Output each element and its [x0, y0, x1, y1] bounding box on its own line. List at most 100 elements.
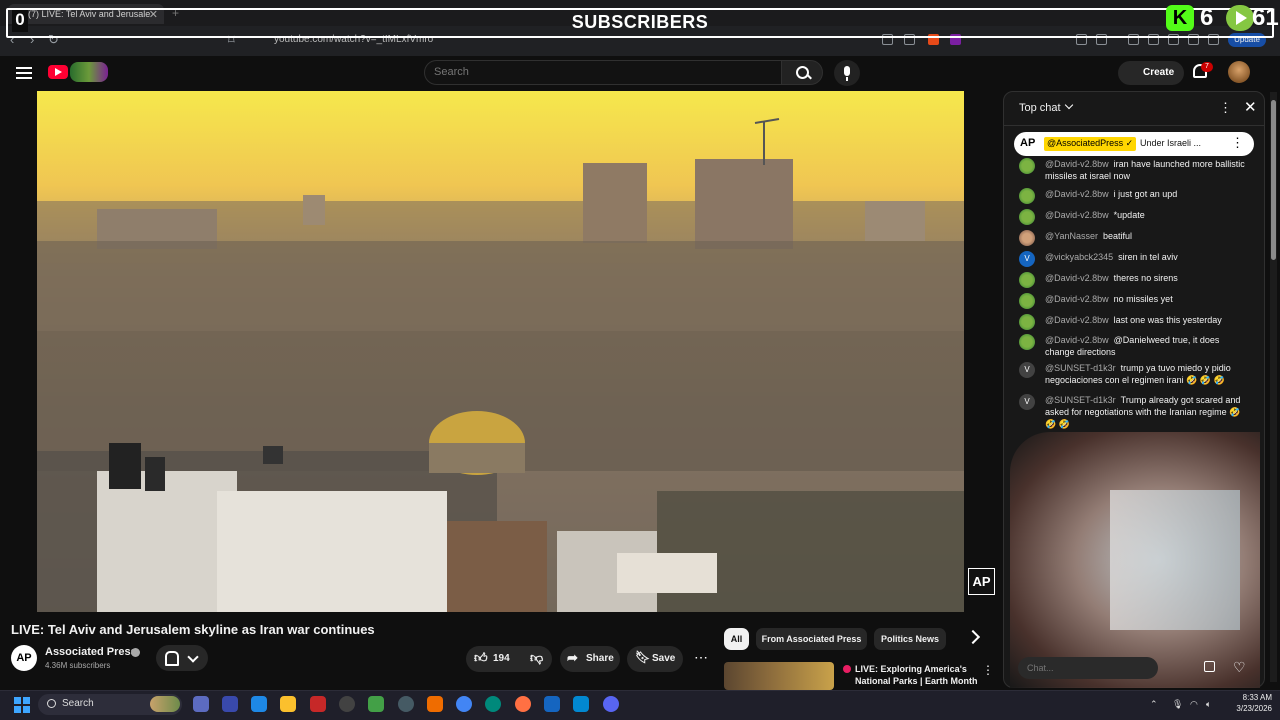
search-highlight-image [150, 696, 180, 712]
thumbs-down-icon[interactable]: 👎︎ [530, 650, 543, 666]
chat-author-name[interactable]: @David-v2.8bw [1045, 294, 1109, 304]
chat-message-body: @SUNSET-d1k3r trump ya tuvo miedo y pidio… [1045, 362, 1250, 386]
chat-header: Top chat ⋮ ✕ [1004, 92, 1264, 126]
chat-author-name[interactable]: @SUNSET-d1k3r [1045, 363, 1116, 373]
chat-author-name[interactable]: @SUNSET-d1k3r [1045, 395, 1116, 405]
discord-icon[interactable] [603, 696, 619, 712]
app-icon-3[interactable] [310, 696, 326, 712]
app-icon-4[interactable] [339, 696, 355, 712]
chat-message-body: @David-v2.8bw no missiles yet [1045, 293, 1250, 305]
chat-author-avatar [1019, 158, 1035, 174]
channel-avatar[interactable]: AP [11, 645, 37, 671]
share-button[interactable]: ➦ Share [560, 646, 620, 672]
chat-message-text: i just got an upd [1113, 189, 1178, 199]
chat-author-name[interactable]: @David-v2.8bw [1045, 335, 1109, 345]
app-icon-6[interactable] [398, 696, 414, 712]
youtube-subscriber-count: 0 [12, 10, 28, 32]
app-icon-1[interactable] [222, 696, 238, 712]
brave-browser-icon[interactable] [427, 696, 443, 712]
chat-message-body: @David-v2.8bw i just got an upd [1045, 188, 1250, 200]
chat-author-name[interactable]: @YanNasser [1045, 231, 1098, 241]
taskbar-clock[interactable]: 8:33 AM 3/23/2026 [1224, 692, 1272, 714]
chat-author-name[interactable]: @David-v2.8bw [1045, 210, 1109, 220]
pinned-message-text: Under Israeli ... [1140, 138, 1202, 148]
voice-search-mic-icon[interactable] [834, 60, 860, 86]
chat-author-name[interactable]: @David-v2.8bw [1045, 315, 1109, 325]
chip-all[interactable]: All [724, 628, 749, 650]
share-arrow-icon: ➦ [567, 650, 578, 665]
edge-icon[interactable] [485, 696, 501, 712]
windows-start-icon[interactable] [14, 697, 30, 713]
chat-message-body: @David-v2.8bw *update [1045, 209, 1250, 221]
chat-author-avatar [1019, 230, 1035, 246]
chat-author-name[interactable]: @David-v2.8bw [1045, 273, 1109, 283]
super-chat-icon[interactable] [1204, 661, 1215, 672]
chat-author-avatar: V [1019, 251, 1035, 267]
rumble-subscriber-count: 61 [1252, 4, 1279, 31]
channel-name[interactable]: Associated Press [45, 646, 137, 658]
pinned-author-name: @AssociatedPress ✓ [1044, 137, 1137, 151]
chat-author-avatar: V [1019, 362, 1035, 378]
thumbs-up-icon[interactable]: 👍︎ [474, 650, 488, 666]
chat-author-avatar [1019, 209, 1035, 225]
chip-politics-news[interactable]: Politics News [874, 628, 946, 650]
vscode-icon[interactable] [573, 696, 589, 712]
widgets-icon[interactable] [193, 696, 209, 712]
chip-from-associated-press[interactable]: From Associated Press [756, 628, 867, 650]
windows-taskbar [0, 690, 1280, 720]
microphone-icon[interactable]: 🎙︎ [1172, 699, 1183, 710]
chat-message-text: theres no sirens [1113, 273, 1178, 283]
pinned-options-icon[interactable]: ⋮ [1231, 135, 1244, 151]
subscriber-count: 4.36M subscribers [45, 661, 111, 670]
firefox-icon[interactable] [515, 696, 531, 712]
more-actions-icon[interactable]: ⋯ [690, 646, 712, 672]
chat-mode-selector[interactable]: Top chat [1019, 102, 1061, 114]
related-menu-icon[interactable]: ⋮ [982, 663, 994, 677]
chat-message-body: @vickyabck2345 siren in tel aviv [1045, 251, 1250, 263]
share-label: Share [586, 653, 614, 664]
chat-message-text: *update [1113, 210, 1145, 220]
chat-author-name[interactable]: @David-v2.8bw [1045, 159, 1109, 169]
network-icon[interactable]: ◠ [1190, 699, 1198, 710]
chevron-down-icon[interactable] [1064, 100, 1074, 110]
kick-logo-icon: K [1166, 5, 1194, 31]
app-icon-2[interactable] [251, 696, 267, 712]
close-icon[interactable]: ✕ [1244, 98, 1257, 116]
chrome-icon[interactable] [456, 696, 472, 712]
tray-chevron-icon[interactable]: ⌃ [1150, 699, 1158, 710]
pinned-author-avatar: AP [1020, 137, 1036, 149]
subscriber-overlay-title: SUBSCRIBERS [571, 12, 709, 32]
chevron-right-icon[interactable] [965, 629, 981, 645]
like-count[interactable]: 194 [493, 653, 510, 664]
chat-message-text: last one was this yesterday [1113, 315, 1222, 325]
video-frame-image [37, 118, 964, 612]
user-avatar[interactable] [1228, 61, 1250, 83]
chat-author-name[interactable]: @David-v2.8bw [1045, 189, 1109, 199]
app-icon-5[interactable] [368, 696, 384, 712]
save-button[interactable]: 🔖︎ Save [627, 646, 683, 672]
scrollbar-thumb[interactable] [1271, 100, 1276, 260]
related-video-thumbnail[interactable] [724, 662, 834, 690]
video-player[interactable] [37, 91, 964, 612]
chat-input[interactable] [1018, 657, 1158, 679]
youtube-logo-icon[interactable] [48, 65, 68, 79]
hamburger-menu-icon[interactable] [16, 67, 32, 79]
chat-message-body: @David-v2.8bw @Danielweed true, it does c… [1045, 334, 1250, 358]
file-explorer-icon[interactable] [280, 696, 296, 712]
chat-message-text: beatiful [1103, 231, 1133, 241]
volume-icon[interactable]: 🔈︎ [1206, 699, 1211, 710]
search-input[interactable] [434, 66, 754, 78]
verified-check-icon [131, 648, 140, 657]
chat-options-icon[interactable]: ⋮ [1219, 100, 1232, 116]
pinned-message[interactable]: AP @AssociatedPress ✓ Under Israeli ... … [1014, 132, 1254, 156]
create-button[interactable]: Create [1118, 61, 1184, 85]
app-icon-7[interactable] [544, 696, 560, 712]
youtube-doodle-logo[interactable] [70, 62, 108, 82]
chat-message-body: @YanNasser beatiful [1045, 230, 1250, 242]
search-button[interactable] [781, 60, 823, 85]
chat-author-name[interactable]: @vickyabck2345 [1045, 252, 1113, 262]
chat-message-body: @SUNSET-d1k3r Trump already got scared an… [1045, 394, 1250, 430]
heart-icon[interactable]: ♡ [1233, 660, 1246, 674]
chat-author-avatar [1019, 314, 1035, 330]
subscription-bell-button[interactable] [156, 645, 208, 671]
